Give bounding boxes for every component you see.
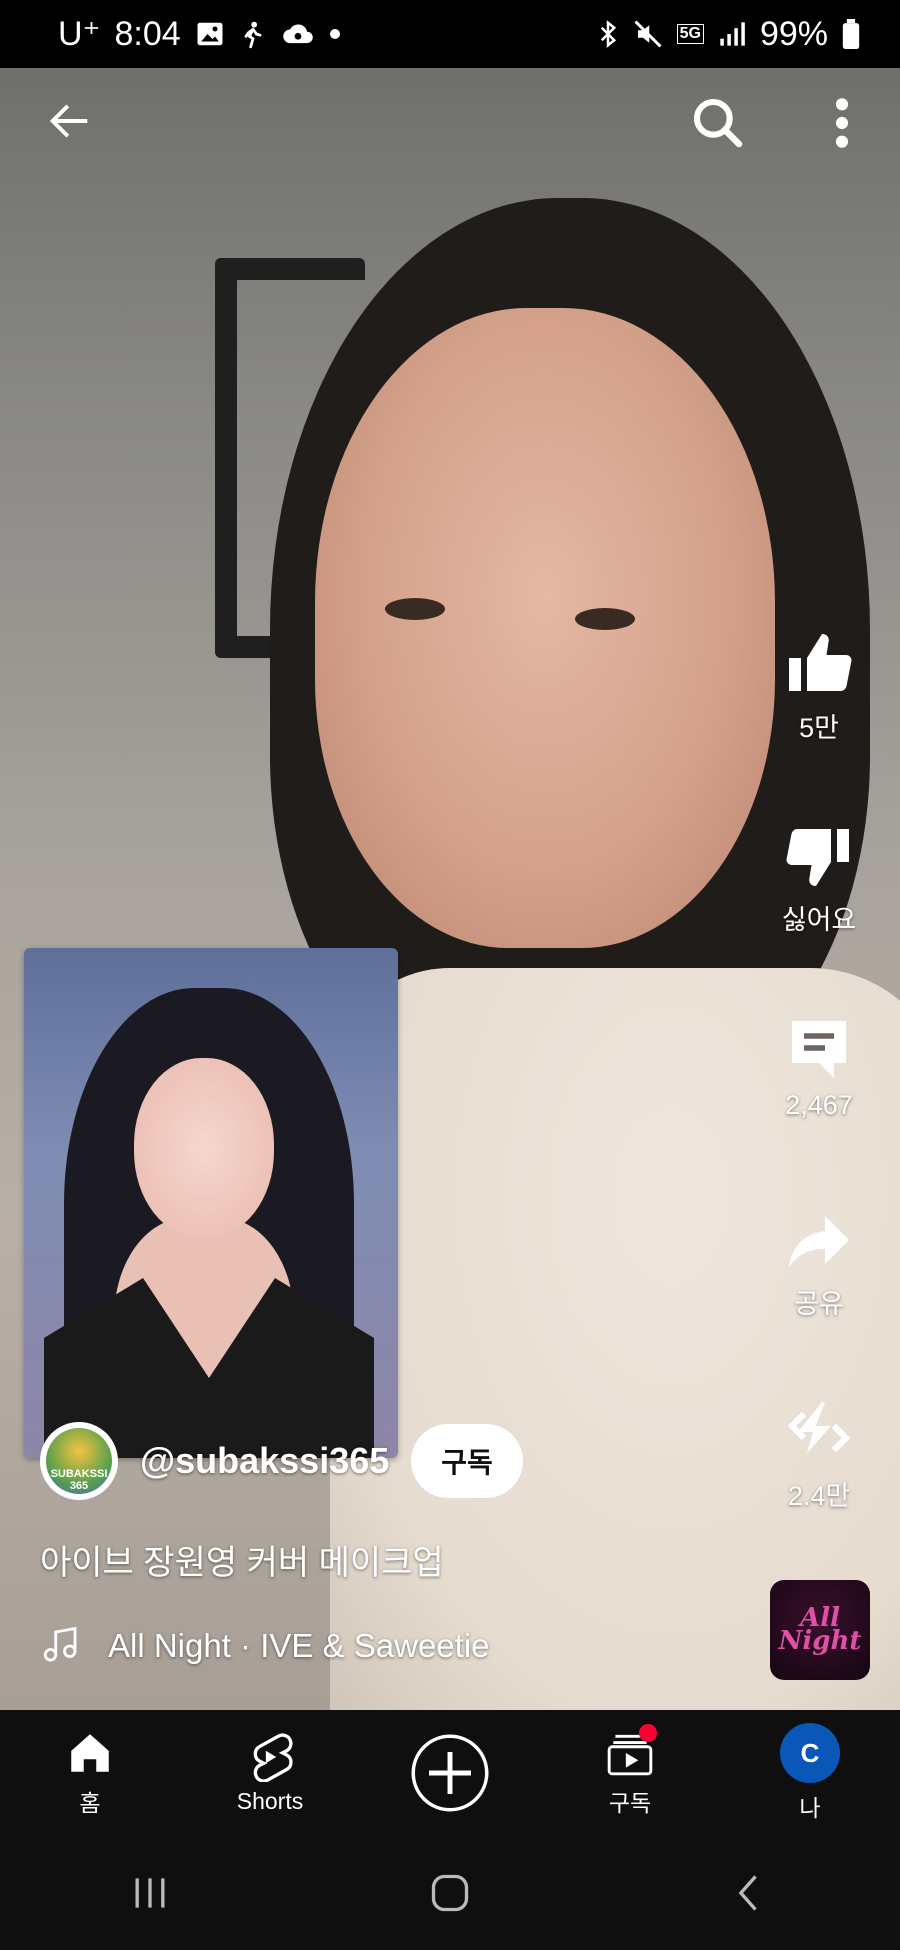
search-button[interactable] — [690, 95, 746, 156]
nav-shorts-label: Shorts — [236, 1787, 304, 1814]
share-label: 공유 — [794, 1289, 844, 1319]
dislike-label: 싫어요 — [781, 905, 857, 935]
home-icon — [71, 1734, 109, 1772]
carrier-label: U⁺ — [58, 15, 101, 53]
comment-icon — [792, 1021, 846, 1078]
nav-me[interactable]: C 나 — [735, 1723, 885, 1823]
nav-create[interactable] — [375, 1731, 525, 1815]
notification-dot — [639, 1724, 657, 1742]
back-button[interactable] — [44, 95, 96, 152]
walking-icon — [244, 21, 262, 49]
remix-button[interactable]: 2.4만 — [783, 1396, 855, 1588]
cloud-sync-icon — [282, 24, 313, 44]
back-nav-icon[interactable] — [728, 1871, 772, 1915]
nav-shorts[interactable]: Shorts — [195, 1732, 345, 1815]
signal-icon — [720, 22, 745, 46]
gallery-icon — [197, 22, 223, 46]
dislike-button[interactable]: 싫어요 — [781, 820, 857, 1012]
status-left: U⁺ 8:04 — [58, 14, 341, 54]
like-count: 5만 — [799, 713, 839, 743]
comments-button[interactable]: 2,467 — [783, 1012, 855, 1204]
shorts-icon — [253, 1732, 293, 1782]
video-title[interactable]: 아이브 장원영 커버 메이크업 — [40, 1535, 444, 1584]
avatar-text: SUBAKSSI 365 — [50, 1468, 108, 1492]
music-note-icon — [43, 1626, 77, 1662]
thumbs-up-icon — [789, 634, 852, 691]
add-circle-icon — [411, 1734, 489, 1812]
music-row[interactable]: All Night · IVE & Saweetie — [40, 1625, 490, 1667]
mute-icon — [634, 20, 662, 48]
nav-me-label: 나 — [799, 1795, 821, 1821]
nav-subscriptions-label: 구독 — [608, 1790, 652, 1816]
bluetooth-icon — [600, 20, 616, 48]
bottom-nav: 홈 Shorts 구독 C 나 — [0, 1710, 900, 1836]
left-eye — [385, 598, 445, 620]
side-actions: 5만 싫어요 2,467 공유 2.4만 — [764, 628, 874, 1588]
reference-photo-card — [24, 948, 398, 1458]
status-right: 5G 99% — [597, 15, 860, 54]
channel-avatar[interactable]: SUBAKSSI 365 — [40, 1422, 118, 1500]
remix-icon — [787, 1402, 851, 1453]
music-label: All Night · IVE & Saweetie — [108, 1627, 490, 1664]
remix-count: 2.4만 — [787, 1481, 851, 1511]
nav-home[interactable]: 홈 — [15, 1728, 165, 1818]
share-arrow-icon — [789, 1216, 849, 1267]
thumbs-down-icon — [786, 829, 849, 886]
system-nav-bar — [0, 1836, 900, 1950]
like-button[interactable]: 5만 — [783, 628, 855, 820]
account-avatar: C — [780, 1723, 840, 1783]
comment-count: 2,467 — [785, 1090, 853, 1120]
subscribe-button[interactable]: 구독 — [411, 1424, 523, 1498]
network-type: 5G — [676, 24, 704, 44]
nav-home-label: 홈 — [79, 1790, 101, 1816]
battery-icon — [842, 19, 860, 49]
clock: 8:04 — [114, 14, 181, 53]
search-icon — [693, 98, 743, 148]
more-options-button[interactable] — [824, 95, 860, 156]
photo-face — [134, 1058, 274, 1238]
share-button[interactable]: 공유 — [783, 1204, 855, 1396]
arrow-left-icon — [49, 104, 88, 138]
channel-handle[interactable]: @subakssi365 — [140, 1440, 389, 1482]
nav-subscriptions[interactable]: 구독 — [555, 1724, 705, 1818]
dot-icon — [329, 29, 340, 39]
status-bar: U⁺ 8:04 5G 99% — [0, 0, 900, 68]
sound-thumbnail-art: All Night — [778, 1604, 862, 1656]
right-eye — [575, 608, 635, 630]
sound-thumbnail-button[interactable]: All Night — [770, 1580, 870, 1680]
home-button-icon[interactable] — [428, 1871, 472, 1915]
video-subject-face — [315, 308, 775, 948]
more-vert-icon — [835, 98, 849, 148]
recent-apps-icon[interactable] — [128, 1871, 172, 1915]
sound-thumb-line2: Night — [778, 1626, 862, 1656]
channel-row: SUBAKSSI 365 @subakssi365 구독 — [40, 1422, 523, 1500]
battery-percent: 99% — [759, 14, 828, 53]
